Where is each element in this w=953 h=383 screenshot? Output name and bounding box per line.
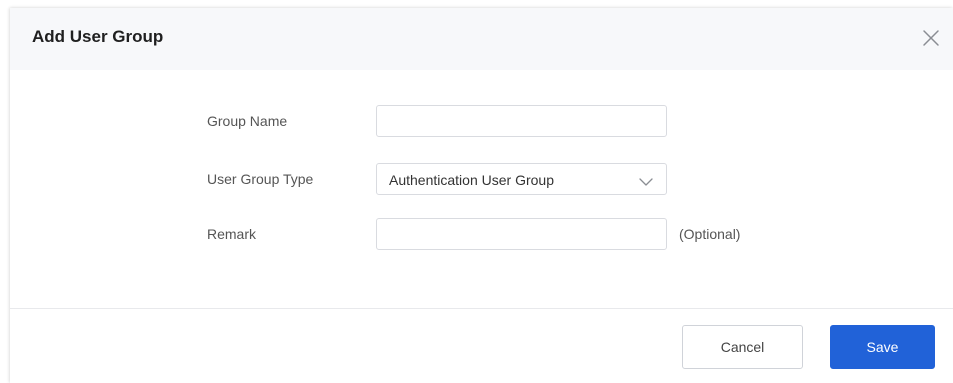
- remark-input[interactable]: [376, 218, 667, 250]
- cancel-button[interactable]: Cancel: [682, 325, 803, 369]
- group-name-label: Group Name: [207, 113, 288, 129]
- save-button[interactable]: Save: [830, 325, 935, 369]
- remark-row: Remark (Optional): [10, 218, 953, 252]
- user-group-type-select[interactable]: Authentication User Group: [376, 163, 667, 195]
- group-name-row: Group Name: [10, 105, 953, 139]
- dialog-header: Add User Group: [10, 8, 953, 70]
- chevron-down-icon: [639, 174, 653, 186]
- dialog-title: Add User Group: [32, 27, 164, 46]
- footer-divider: [10, 308, 953, 309]
- user-group-type-row: User Group Type Authentication User Grou…: [10, 163, 953, 197]
- remark-optional-hint: (Optional): [679, 226, 741, 242]
- user-group-type-value: Authentication User Group: [389, 172, 554, 188]
- group-name-input[interactable]: [376, 105, 667, 137]
- close-icon[interactable]: [920, 27, 942, 49]
- remark-label: Remark: [207, 226, 257, 242]
- add-user-group-dialog: Add User Group Group Name User Group Typ…: [10, 8, 953, 383]
- user-group-type-label: User Group Type: [207, 171, 314, 187]
